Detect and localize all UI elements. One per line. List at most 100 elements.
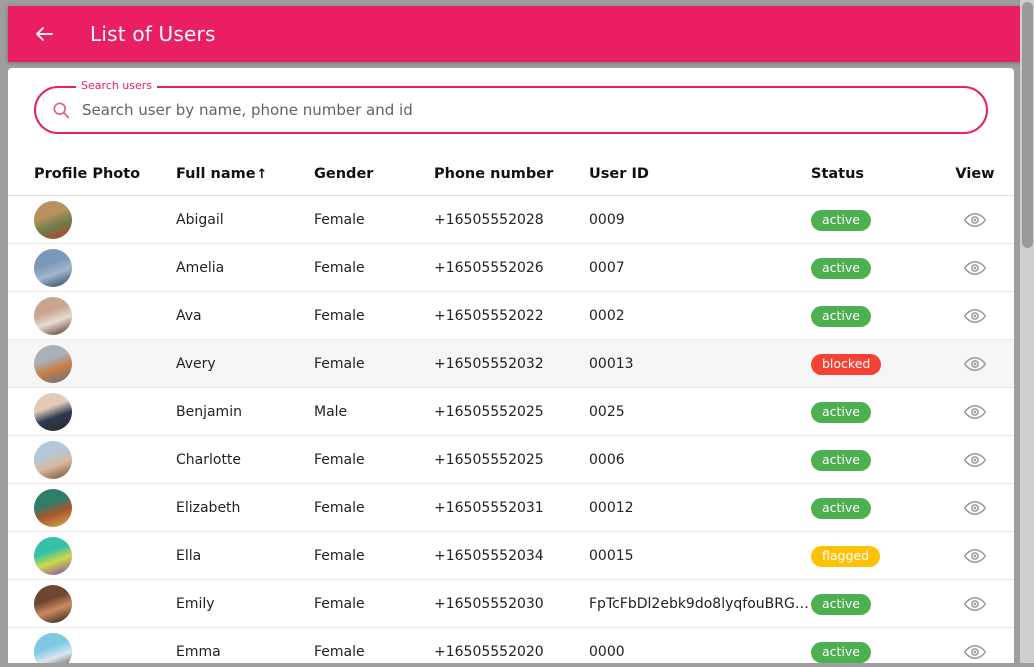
cell-phone-number: +16505552030 bbox=[434, 595, 544, 612]
cell-status: active bbox=[811, 641, 936, 663]
eye-icon[interactable] bbox=[963, 352, 987, 376]
cell-gender: Female bbox=[314, 547, 365, 564]
cell-profile-photo bbox=[34, 440, 176, 479]
scrollbar-thumb[interactable] bbox=[1022, 2, 1033, 248]
cell-user-id: 0009 bbox=[589, 211, 625, 228]
cell-view[interactable] bbox=[936, 256, 1014, 280]
avatar-image bbox=[34, 584, 72, 623]
app-header: List of Users bbox=[8, 6, 1022, 62]
users-table: Profile Photo Full name↑ Gender Phone nu… bbox=[8, 152, 1014, 663]
cell-gender: Female bbox=[314, 643, 365, 660]
cell-view[interactable] bbox=[936, 592, 1014, 616]
eye-icon[interactable] bbox=[963, 592, 987, 616]
sort-ascending-icon: ↑ bbox=[256, 166, 268, 182]
eye-icon[interactable] bbox=[963, 544, 987, 568]
cell-view[interactable] bbox=[936, 544, 1014, 568]
column-header-status: Status bbox=[811, 165, 865, 182]
status-badge: active bbox=[811, 257, 871, 279]
page-left-gutter bbox=[0, 0, 8, 667]
cell-status: active bbox=[811, 497, 936, 519]
table-row[interactable]: Ava Female +16505552022 0002 active bbox=[8, 292, 1014, 340]
cell-user-id: FpTcFbDl2ebk9do8lyqfouBRG392 bbox=[589, 595, 811, 612]
avatar-image bbox=[34, 440, 72, 479]
cell-gender: Female bbox=[314, 595, 365, 612]
table-row[interactable]: Charlotte Female +16505552025 0006 active bbox=[8, 436, 1014, 484]
cell-user-id: 00013 bbox=[589, 355, 634, 372]
eye-icon[interactable] bbox=[963, 400, 987, 424]
cell-full-name: Emily bbox=[176, 595, 215, 612]
cell-profile-photo bbox=[34, 536, 176, 575]
back-button[interactable] bbox=[24, 14, 64, 54]
status-badge: active bbox=[811, 209, 871, 231]
cell-view[interactable] bbox=[936, 640, 1014, 664]
cell-full-name: Avery bbox=[176, 355, 216, 372]
vertical-scrollbar[interactable] bbox=[1020, 0, 1034, 667]
eye-icon[interactable] bbox=[963, 640, 987, 664]
cell-profile-photo bbox=[34, 200, 176, 239]
cell-status: blocked bbox=[811, 353, 936, 375]
cell-full-name: Benjamin bbox=[176, 403, 242, 420]
cell-view[interactable] bbox=[936, 208, 1014, 232]
table-row[interactable]: Ella Female +16505552034 00015 flagged bbox=[8, 532, 1014, 580]
cell-phone-number: +16505552025 bbox=[434, 403, 544, 420]
eye-icon[interactable] bbox=[963, 256, 987, 280]
avatar bbox=[34, 488, 72, 527]
cell-phone-number: +16505552020 bbox=[434, 643, 544, 660]
column-header-phone-number: Phone number bbox=[434, 165, 554, 182]
cell-profile-photo bbox=[34, 248, 176, 287]
cell-view[interactable] bbox=[936, 352, 1014, 376]
search-field[interactable]: Search users bbox=[34, 80, 988, 134]
avatar-image bbox=[34, 632, 72, 663]
cell-profile-photo bbox=[34, 632, 176, 663]
cell-gender: Female bbox=[314, 211, 365, 228]
content-card: Search users Profile Photo Full name↑ Ge… bbox=[8, 68, 1014, 663]
table-row[interactable]: Avery Female +16505552032 00013 blocked bbox=[8, 340, 1014, 388]
status-badge: active bbox=[811, 305, 871, 327]
cell-full-name: Abigail bbox=[176, 211, 224, 228]
arrow-left-icon bbox=[32, 22, 56, 46]
cell-status: flagged bbox=[811, 545, 936, 567]
status-badge: flagged bbox=[811, 545, 881, 567]
eye-icon[interactable] bbox=[963, 304, 987, 328]
table-row[interactable]: Emily Female +16505552030 FpTcFbDl2ebk9do8l… bbox=[8, 580, 1014, 628]
cell-profile-photo bbox=[34, 344, 176, 383]
column-header-full-name[interactable]: Full name↑ bbox=[176, 166, 314, 182]
avatar-image bbox=[34, 296, 72, 335]
avatar bbox=[34, 632, 72, 663]
cell-user-id: 0025 bbox=[589, 403, 625, 420]
avatar-image bbox=[34, 488, 72, 527]
eye-icon[interactable] bbox=[963, 496, 987, 520]
search-input[interactable] bbox=[82, 88, 986, 132]
status-badge: active bbox=[811, 401, 871, 423]
avatar bbox=[34, 344, 72, 383]
cell-profile-photo bbox=[34, 584, 176, 623]
cell-gender: Female bbox=[314, 355, 365, 372]
cell-status: active bbox=[811, 305, 936, 327]
avatar-image bbox=[34, 200, 72, 239]
avatar bbox=[34, 536, 72, 575]
cell-phone-number: +16505552028 bbox=[434, 211, 544, 228]
status-badge: active bbox=[811, 593, 871, 615]
cell-gender: Female bbox=[314, 307, 365, 324]
cell-profile-photo bbox=[34, 488, 176, 527]
table-row[interactable]: Amelia Female +16505552026 0007 active bbox=[8, 244, 1014, 292]
cell-gender: Female bbox=[314, 499, 365, 516]
cell-user-id: 0000 bbox=[589, 643, 625, 660]
cell-phone-number: +16505552031 bbox=[434, 499, 544, 516]
avatar bbox=[34, 440, 72, 479]
cell-view[interactable] bbox=[936, 304, 1014, 328]
table-row[interactable]: Emma Female +16505552020 0000 active bbox=[8, 628, 1014, 663]
cell-view[interactable] bbox=[936, 448, 1014, 472]
cell-status: active bbox=[811, 257, 936, 279]
eye-icon[interactable] bbox=[963, 208, 987, 232]
table-row[interactable]: Benjamin Male +16505552025 0025 active bbox=[8, 388, 1014, 436]
cell-gender: Female bbox=[314, 259, 365, 276]
eye-icon[interactable] bbox=[963, 448, 987, 472]
cell-view[interactable] bbox=[936, 400, 1014, 424]
cell-gender: Male bbox=[314, 403, 348, 420]
cell-phone-number: +16505552034 bbox=[434, 547, 544, 564]
table-row[interactable]: Elizabeth Female +16505552031 00012 active bbox=[8, 484, 1014, 532]
cell-full-name: Elizabeth bbox=[176, 499, 241, 516]
cell-view[interactable] bbox=[936, 496, 1014, 520]
table-row[interactable]: Abigail Female +16505552028 0009 active bbox=[8, 196, 1014, 244]
